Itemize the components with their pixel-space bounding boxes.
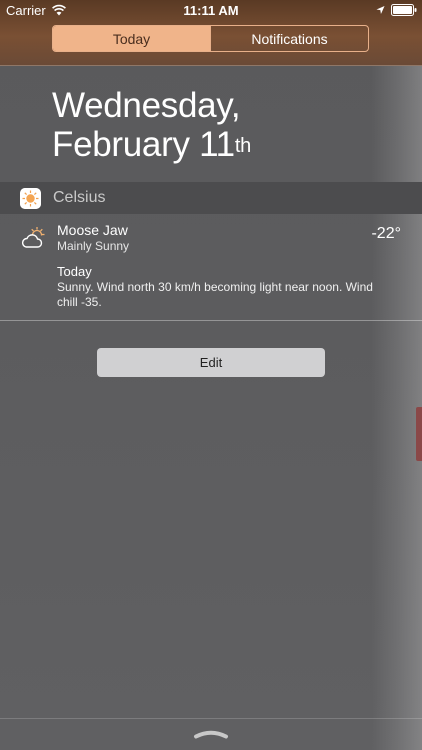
location-arrow-icon [376,5,385,15]
partly-sunny-icon [21,227,45,248]
date-month-day-text: February 11 [52,125,235,164]
widget-title: Celsius [53,189,106,206]
widget-temperature: -22° [371,225,401,242]
today-notifications-segmented-control: Today Notifications [52,25,369,52]
forecast-day-label: Today [57,264,92,279]
status-bar: Carrier 11:11 AM [0,0,422,22]
tab-notifications[interactable]: Notifications [210,26,368,51]
date-month-day: February 11th [52,125,392,164]
background-edge-detail [416,407,422,461]
widget-location: Moose Jaw [57,222,128,238]
sun-app-icon [20,188,41,209]
edit-button[interactable]: Edit [97,348,325,377]
bottom-divider [0,718,422,719]
date-weekday: Wednesday, [52,86,241,125]
widget-condition: Mainly Sunny [57,239,130,253]
battery-icon [391,4,417,16]
widget-header[interactable]: Celsius [0,182,422,214]
widget-divider [0,320,422,321]
date-ordinal-suffix: th [234,135,251,157]
date-header: Wednesday, February 11th [52,86,392,164]
forecast-description: Sunny. Wind north 30 km/h becoming light… [57,280,373,309]
grabber-handle-icon[interactable] [193,728,229,739]
status-time: 11:11 AM [183,3,239,18]
tab-today[interactable]: Today [53,26,210,51]
